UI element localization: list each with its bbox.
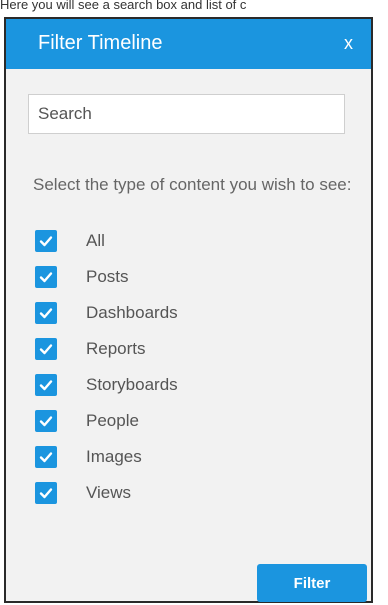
checkmark-icon [39,308,53,319]
filter-button[interactable]: Filter [257,564,367,602]
dialog-title: Filter Timeline [38,32,163,54]
content-type-option-posts[interactable]: Posts [35,266,178,302]
content-type-option-people[interactable]: People [35,410,178,446]
content-type-option-reports[interactable]: Reports [35,338,178,374]
content-type-list: All Posts Dashboards Reports Storyboards [35,230,178,518]
checkmark-icon [39,416,53,427]
dialog-header: Filter Timeline x [6,19,371,69]
filter-timeline-dialog: Filter Timeline x Select the type of con… [4,17,373,603]
option-label: Dashboards [86,303,178,322]
content-type-prompt: Select the type of content you wish to s… [33,175,352,194]
option-label: Posts [86,267,129,286]
option-label: People [86,411,139,430]
option-label: All [86,231,105,250]
checkbox[interactable] [35,266,57,288]
checkbox[interactable] [35,410,57,432]
checkmark-icon [39,488,53,499]
checkmark-icon [39,380,53,391]
checkbox[interactable] [35,374,57,396]
checkmark-icon [39,452,53,463]
content-type-option-dashboards[interactable]: Dashboards [35,302,178,338]
option-label: Storyboards [86,375,178,394]
checkbox[interactable] [35,338,57,360]
content-type-option-storyboards[interactable]: Storyboards [35,374,178,410]
checkmark-icon [39,236,53,247]
search-input[interactable] [28,94,345,134]
close-button[interactable]: x [344,33,353,53]
checkmark-icon [39,344,53,355]
option-label: Images [86,447,142,466]
checkbox[interactable] [35,302,57,324]
content-type-option-images[interactable]: Images [35,446,178,482]
checkbox[interactable] [35,230,57,252]
content-type-option-views[interactable]: Views [35,482,178,518]
checkmark-icon [39,272,53,283]
checkbox[interactable] [35,446,57,468]
option-label: Views [86,483,132,502]
page-caption: Here you will see a search box and list … [0,0,247,12]
checkbox[interactable] [35,482,57,504]
option-label: Reports [86,339,146,358]
content-type-option-all[interactable]: All [35,230,178,266]
